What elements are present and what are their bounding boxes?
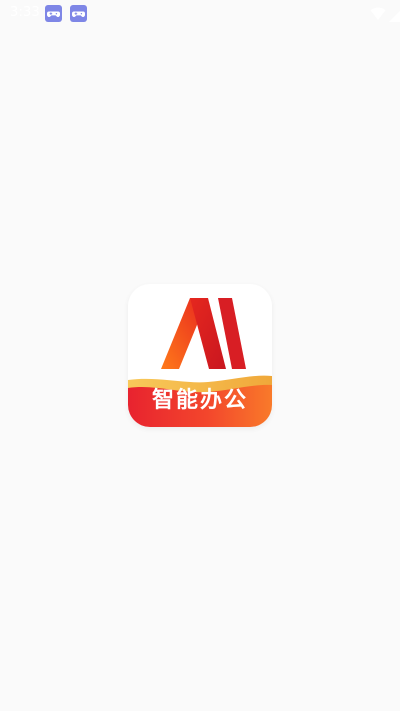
status-time: 3:33 <box>10 5 40 20</box>
gamepad-icon <box>70 5 87 22</box>
gamepad-icon <box>45 5 62 22</box>
app-logo: 智能办公 <box>128 284 272 427</box>
splash-screen: 3:33 智能办公 <box>0 0 400 711</box>
logo-banner-text: 智能办公 <box>151 388 248 413</box>
signal-icon <box>389 7 400 26</box>
wifi-icon <box>370 6 386 25</box>
status-bar: 3:33 <box>0 0 400 26</box>
